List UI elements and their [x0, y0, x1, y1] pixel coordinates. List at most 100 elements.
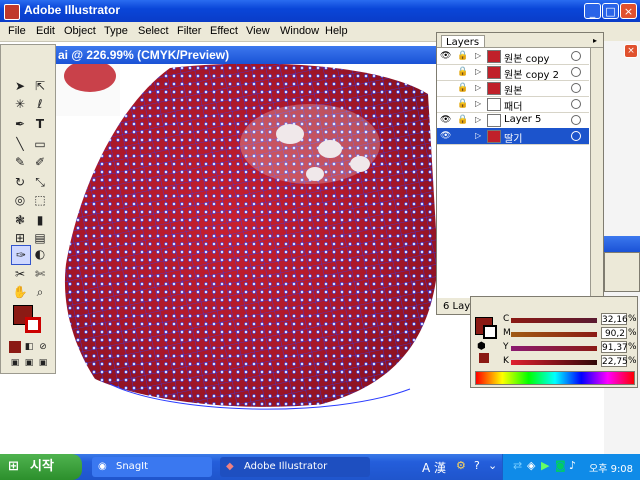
lock-icon[interactable]: [457, 131, 467, 141]
cyan-value-field[interactable]: 32,16: [601, 313, 628, 325]
close-button[interactable]: ×: [620, 3, 637, 19]
zoom-tool-icon[interactable]: ⌕: [31, 283, 49, 301]
pen-tool-icon[interactable]: ✒: [11, 115, 29, 133]
black-value-field[interactable]: 22,75: [601, 355, 628, 367]
menu-filter[interactable]: Filter: [177, 25, 201, 37]
magic-wand-tool-icon[interactable]: ✳: [11, 95, 29, 113]
help-icon[interactable]: ?: [474, 459, 480, 472]
warp-tool-icon[interactable]: ◎: [11, 191, 29, 209]
app-tray-icon[interactable]: ◙: [555, 459, 566, 472]
cyan-slider[interactable]: [511, 318, 597, 323]
layer-row[interactable]: 👁 🔒 ▷ Layer 5: [437, 112, 589, 129]
artboard-canvas[interactable]: [50, 64, 442, 424]
expand-triangle-icon[interactable]: ▷: [475, 131, 481, 140]
shield-icon[interactable]: ◈: [527, 459, 535, 472]
scale-tool-icon[interactable]: ⤡: [31, 173, 49, 191]
free-transform-tool-icon[interactable]: ⬚: [31, 191, 49, 209]
pencil-tool-icon[interactable]: ✐: [31, 153, 49, 171]
rectangle-tool-icon[interactable]: ▭: [31, 135, 49, 153]
color-mode-icon[interactable]: ■: [9, 341, 21, 353]
type-tool-icon[interactable]: T: [31, 115, 49, 133]
layer-row[interactable]: 👁 🔒 ▷ 원본 copy: [437, 48, 589, 65]
black-slider[interactable]: [511, 360, 597, 365]
full-screen-mode-icon[interactable]: ▣: [37, 357, 49, 369]
layer-row[interactable]: 🔒 ▷ 원본: [437, 80, 589, 97]
gradient-mode-icon[interactable]: ◧: [23, 341, 35, 353]
lock-icon[interactable]: 🔒: [457, 51, 468, 61]
clock[interactable]: 오후 9:08: [589, 460, 633, 475]
rotate-tool-icon[interactable]: ↻: [11, 173, 29, 191]
visibility-eye-icon[interactable]: [440, 67, 450, 77]
hand-tool-icon[interactable]: ✋: [11, 283, 29, 301]
ime-indicator[interactable]: A 漢: [422, 459, 446, 476]
layer-target-icon[interactable]: [571, 67, 581, 77]
expand-triangle-icon[interactable]: ▷: [475, 83, 481, 92]
symbol-sprayer-tool-icon[interactable]: ❃: [11, 211, 29, 229]
layer-target-icon[interactable]: [571, 83, 581, 93]
menu-type[interactable]: Type: [104, 25, 128, 37]
collapsed-panel-titlebar[interactable]: [604, 236, 640, 252]
cube-icon[interactable]: ⬢: [477, 341, 486, 352]
ime-menu-icon[interactable]: ⌄: [488, 459, 497, 472]
selection-tool-icon[interactable]: ➤: [11, 77, 29, 95]
none-mode-icon[interactable]: ⊘: [37, 341, 49, 353]
slice-tool-icon[interactable]: ✂: [11, 265, 29, 283]
full-screen-menu-mode-icon[interactable]: ▣: [23, 357, 35, 369]
lock-icon[interactable]: 🔒: [457, 67, 468, 77]
menu-view[interactable]: View: [246, 25, 270, 37]
panel-menu-icon[interactable]: ▸: [593, 36, 597, 45]
layer-target-icon[interactable]: [571, 131, 581, 141]
layers-scrollbar[interactable]: [590, 48, 603, 298]
minimize-button[interactable]: _: [584, 3, 601, 19]
background-window-close-icon[interactable]: ×: [624, 44, 638, 58]
lock-icon[interactable]: 🔒: [457, 115, 468, 125]
menu-select[interactable]: Select: [138, 25, 169, 37]
volume-icon[interactable]: ♪: [569, 459, 576, 472]
layer-target-icon[interactable]: [571, 115, 581, 125]
stroke-color-swatch[interactable]: [25, 317, 41, 333]
menu-effect[interactable]: Effect: [210, 25, 238, 37]
expand-triangle-icon[interactable]: ▷: [475, 51, 481, 60]
magenta-slider[interactable]: [511, 332, 597, 337]
taskbar-item-snagit[interactable]: ◉ SnagIt: [92, 457, 212, 477]
menu-help[interactable]: Help: [325, 25, 348, 37]
lasso-tool-icon[interactable]: ℓ: [31, 95, 49, 113]
maximize-button[interactable]: □: [602, 3, 619, 19]
menu-edit[interactable]: Edit: [36, 25, 55, 37]
network-icon[interactable]: ⇄: [513, 459, 522, 472]
lock-icon[interactable]: 🔒: [457, 83, 468, 93]
menu-object[interactable]: Object: [64, 25, 96, 37]
ime-tools-icon[interactable]: ⚙: [456, 459, 466, 472]
expand-triangle-icon[interactable]: ▷: [475, 67, 481, 76]
yellow-slider[interactable]: [511, 346, 597, 351]
lock-icon[interactable]: 🔒: [457, 99, 468, 109]
start-button[interactable]: ⊞ 시작: [0, 454, 82, 480]
paintbrush-tool-icon[interactable]: ✎: [11, 153, 29, 171]
visibility-eye-icon[interactable]: 👁: [440, 51, 451, 61]
scissors-tool-icon[interactable]: ✄: [31, 265, 49, 283]
yellow-value-field[interactable]: 91,37: [601, 341, 628, 353]
layer-row[interactable]: 🔒 ▷ 패더: [437, 96, 589, 113]
media-icon[interactable]: ▶: [541, 459, 549, 472]
layer-target-icon[interactable]: [571, 99, 581, 109]
color-spectrum-bar[interactable]: [475, 371, 635, 385]
standard-screen-mode-icon[interactable]: ▣: [9, 357, 21, 369]
direct-selection-tool-icon[interactable]: ⇱: [31, 77, 49, 95]
color-stroke-swatch[interactable]: [483, 325, 497, 339]
eyedropper-tool-icon[interactable]: ✑: [11, 245, 31, 265]
expand-triangle-icon[interactable]: ▷: [475, 115, 481, 124]
layer-row-selected[interactable]: 👁 ▷ 딸기: [437, 128, 589, 145]
magenta-value-field[interactable]: 90,2: [601, 327, 627, 339]
visibility-eye-icon[interactable]: 👁: [440, 115, 451, 125]
visibility-eye-icon[interactable]: 👁: [440, 131, 451, 141]
visibility-eye-icon[interactable]: [440, 99, 450, 109]
menu-file[interactable]: File: [8, 25, 26, 37]
visibility-eye-icon[interactable]: [440, 83, 450, 93]
taskbar-item-illustrator[interactable]: ◆ Adobe Illustrator: [220, 457, 370, 477]
layer-row[interactable]: 🔒 ▷ 원본 copy 2: [437, 64, 589, 81]
expand-triangle-icon[interactable]: ▷: [475, 99, 481, 108]
layer-target-icon[interactable]: [571, 51, 581, 61]
graph-tool-icon[interactable]: ▮: [31, 211, 49, 229]
blend-tool-icon[interactable]: ◐: [31, 245, 49, 263]
menu-window[interactable]: Window: [280, 25, 319, 37]
